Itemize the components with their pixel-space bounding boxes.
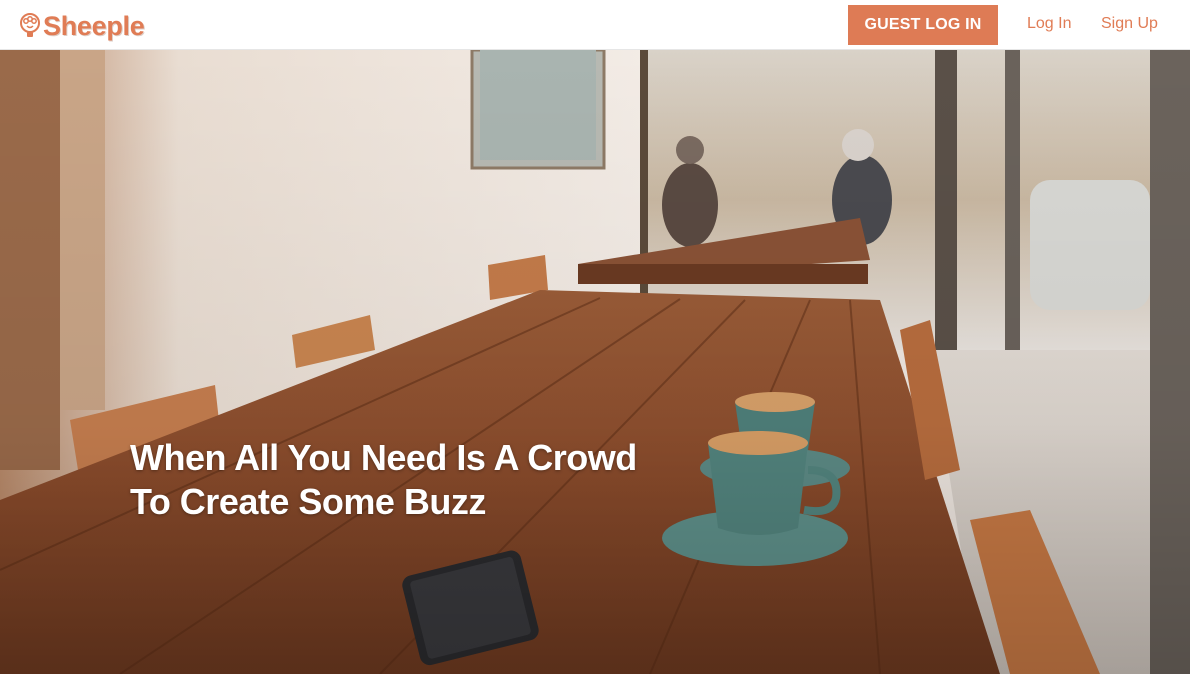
hero-banner: When All You Need Is A Crowd To Create S…	[0, 50, 1190, 674]
guest-login-button[interactable]: GUEST LOG IN	[848, 5, 998, 45]
brand-name: Sheeple	[43, 10, 145, 41]
hero-headline-line-1: When All You Need Is A Crowd	[130, 437, 637, 478]
hero-headline-line-2: To Create Some Buzz	[130, 481, 486, 522]
hero-background-image	[0, 50, 1190, 674]
top-navbar: Sheeple GUEST LOG IN Log In Sign Up	[0, 0, 1190, 50]
sheep-bulb-logo-icon	[20, 13, 40, 37]
hero-headline: When All You Need Is A Crowd To Create S…	[130, 436, 690, 524]
signup-link[interactable]: Sign Up	[1101, 15, 1158, 33]
login-link[interactable]: Log In	[1027, 15, 1071, 33]
brand-logo-link[interactable]: Sheeple	[19, 9, 145, 43]
